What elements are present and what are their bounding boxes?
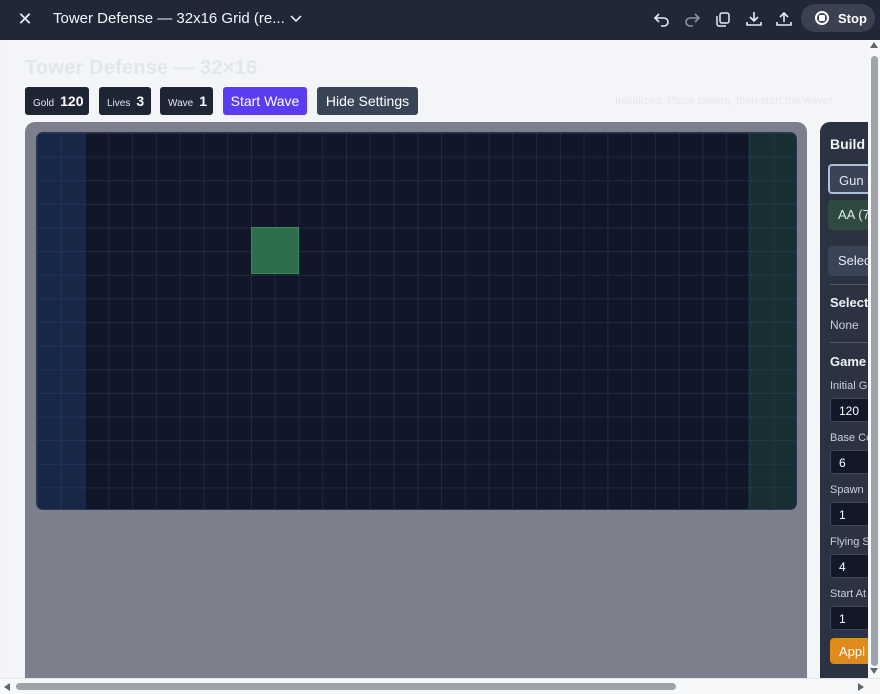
base-cost-label: Base Co: [830, 432, 868, 444]
apply-button[interactable]: Appl: [830, 638, 868, 664]
scroll-left-icon[interactable]: [4, 683, 10, 691]
base-zone: [748, 133, 796, 509]
flying-input[interactable]: 4: [830, 554, 868, 578]
game-settings-heading: Game: [830, 354, 867, 369]
wave-stat: Wave 1: [160, 87, 213, 115]
scroll-up-icon[interactable]: [870, 42, 878, 48]
window-titlebar: ✕ Tower Defense — 32x16 Grid (re... Stop: [0, 0, 880, 40]
app-content: Tower Defense — 32×16 Gold 120 Lives 3 W…: [2, 40, 868, 678]
start-wave-button[interactable]: Start Wave: [223, 87, 307, 115]
spawn-zone: [37, 133, 85, 509]
hide-settings-button[interactable]: Hide Settings: [317, 87, 418, 115]
build-heading: Build: [830, 136, 865, 152]
stop-label: Stop: [838, 10, 867, 26]
start-at-label: Start At: [830, 588, 867, 600]
stop-icon: [815, 11, 829, 25]
gold-label: Gold: [33, 98, 55, 109]
status-message: Initialized. Place towers, then start th…: [615, 95, 833, 107]
game-grid[interactable]: [36, 132, 797, 510]
spawn-label: Spawn: [830, 484, 864, 496]
lives-value: 3: [136, 93, 145, 109]
scroll-down-icon[interactable]: [870, 668, 878, 674]
window-title: Tower Defense — 32x16 Grid (re...: [53, 10, 285, 27]
panel-divider: [830, 342, 868, 343]
scroll-right-icon[interactable]: [858, 683, 864, 691]
vertical-scroll-thumb[interactable]: [871, 56, 878, 666]
horizontal-scroll-thumb[interactable]: [16, 683, 676, 690]
gold-stat: Gold 120: [25, 87, 89, 115]
side-panel: Build Gun ( AA (7 Selec Selecte None Gam…: [820, 122, 868, 678]
initial-gold-label: Initial G: [830, 380, 868, 392]
placed-tower[interactable]: [251, 227, 299, 274]
wave-value: 1: [199, 93, 207, 109]
panel-divider: [830, 284, 868, 285]
vertical-scrollbar[interactable]: [868, 40, 880, 678]
base-cost-input[interactable]: 6: [830, 450, 868, 474]
horizontal-scrollbar[interactable]: [0, 678, 880, 694]
redo-icon[interactable]: [681, 8, 703, 30]
selected-heading: Selecte: [830, 295, 868, 310]
start-at-input[interactable]: 1: [830, 606, 868, 630]
select-tool-button[interactable]: Selec: [828, 246, 868, 276]
wave-label: Wave: [168, 98, 194, 109]
lives-label: Lives: [107, 98, 131, 109]
copy-icon[interactable]: [712, 8, 734, 30]
aa-tower-button[interactable]: AA (7: [828, 200, 868, 230]
flying-label: Flying S: [830, 536, 868, 548]
initial-gold-input[interactable]: 120: [830, 398, 868, 422]
chevron-down-icon[interactable]: [288, 10, 304, 28]
undo-icon[interactable]: [651, 8, 673, 30]
download-icon[interactable]: [743, 8, 765, 30]
close-icon[interactable]: ✕: [14, 8, 36, 30]
selected-value: None: [830, 318, 859, 332]
gun-tower-button[interactable]: Gun (: [828, 164, 868, 194]
share-icon[interactable]: [773, 8, 795, 30]
spawn-input[interactable]: 1: [830, 502, 868, 526]
gold-value: 120: [60, 93, 84, 109]
stop-button[interactable]: Stop: [801, 4, 875, 32]
page-title: Tower Defense — 32×16: [25, 57, 258, 79]
board-container: [25, 122, 807, 678]
lives-stat: Lives 3: [99, 87, 151, 115]
